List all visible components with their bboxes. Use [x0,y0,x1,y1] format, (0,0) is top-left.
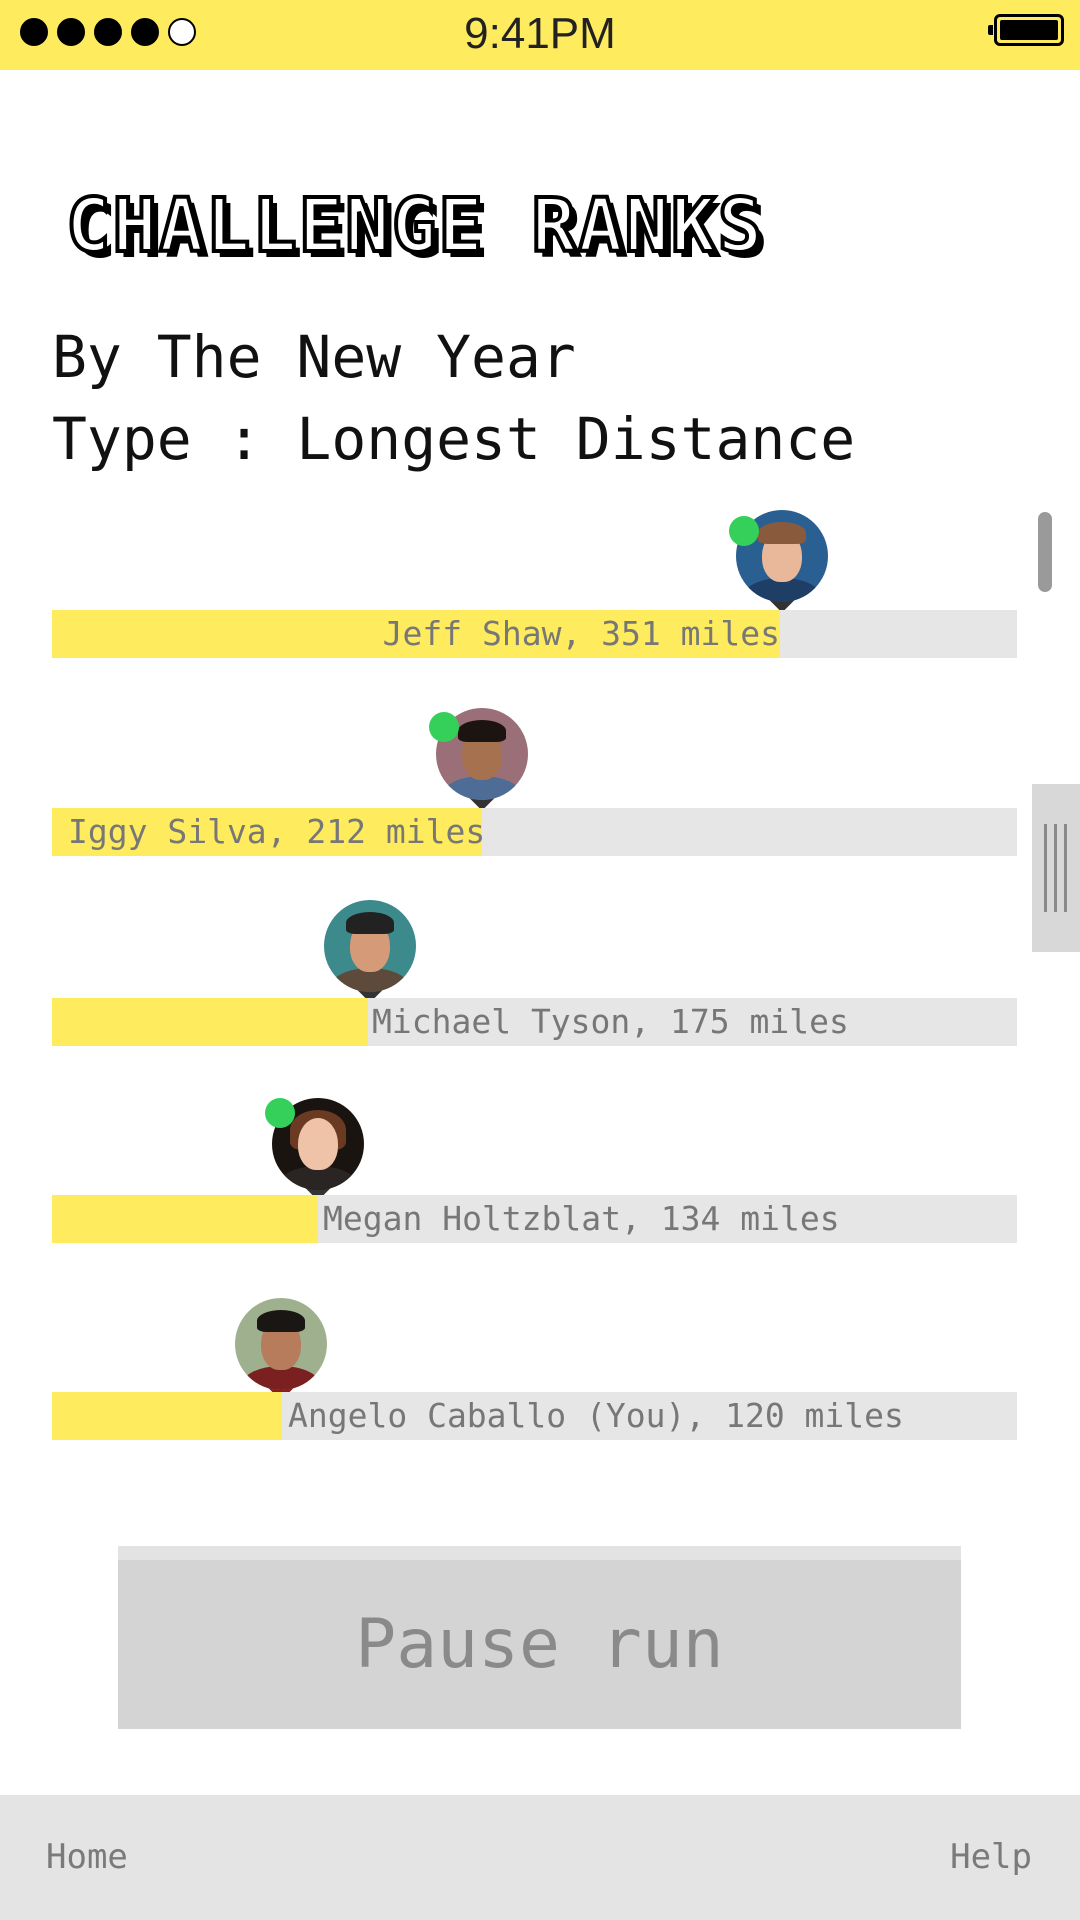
online-status-dot [265,1098,295,1128]
rank-row-michael-tyson[interactable]: Michael Tyson, 175 miles [0,900,1080,1060]
online-status-dot [729,516,759,546]
rank-row-iggy-silva[interactable]: Iggy Silva, 212 miles [0,708,1080,868]
handle-grip-line [1054,824,1057,912]
side-drawer-handle[interactable] [1032,784,1080,952]
nav-home-link[interactable]: Home [46,1795,128,1920]
page-title: CHALLENGE RANKS [64,183,765,269]
progress-track: Jeff Shaw, 351 miles [52,610,1017,658]
avatar-face [298,1118,338,1170]
challenge-name: By The New Year [52,323,576,391]
rank-label: Iggy Silva, 212 miles [68,812,486,851]
rank-row-angelo-caballo[interactable]: Angelo Caballo (You), 120 miles [0,1298,1080,1458]
progress-fill [52,1392,282,1440]
pause-run-button[interactable]: Pause run [118,1546,961,1729]
avatar-hair [758,522,806,544]
challenge-ranks-screen: 9:41PM CHALLENGE RANKS By The New Year T… [0,0,1080,1920]
scrollbar-thumb[interactable] [1038,512,1052,592]
bottom-nav: Home Help [0,1795,1080,1920]
progress-track: Megan Holtzblat, 134 miles [52,1195,1017,1243]
status-time: 9:41PM [464,9,616,58]
rank-row-jeff-shaw[interactable]: Jeff Shaw, 351 miles [0,510,1080,670]
rank-label: Megan Holtzblat, 134 miles [323,1199,840,1238]
nav-help-link[interactable]: Help [950,1795,1032,1920]
avatar-pin[interactable] [324,900,416,1004]
status-bar: 9:41PM [0,0,1080,70]
online-status-dot [429,712,459,742]
handle-grip-line [1064,824,1067,912]
rank-label: Michael Tyson, 175 miles [372,1002,849,1041]
rank-row-megan-holtzblat[interactable]: Megan Holtzblat, 134 miles [0,1098,1080,1258]
avatar [324,900,416,992]
battery-nub [988,25,993,35]
battery-fill [1000,20,1058,40]
avatar-hair [458,720,506,742]
battery-icon [988,14,1064,46]
rank-label: Jeff Shaw, 351 miles [382,614,780,653]
progress-track: Iggy Silva, 212 miles [52,808,1017,856]
challenge-type: Type : Longest Distance [52,405,856,473]
handle-grip-line [1044,824,1047,912]
progress-fill [52,1195,318,1243]
progress-track: Angelo Caballo (You), 120 miles [52,1392,1017,1440]
rank-label: Angelo Caballo (You), 120 miles [288,1396,904,1435]
progress-track: Michael Tyson, 175 miles [52,998,1017,1046]
avatar [235,1298,327,1390]
progress-fill [52,998,368,1046]
avatar-hair [346,912,394,934]
avatar-pin[interactable] [235,1298,327,1402]
avatar-hair [257,1310,305,1332]
